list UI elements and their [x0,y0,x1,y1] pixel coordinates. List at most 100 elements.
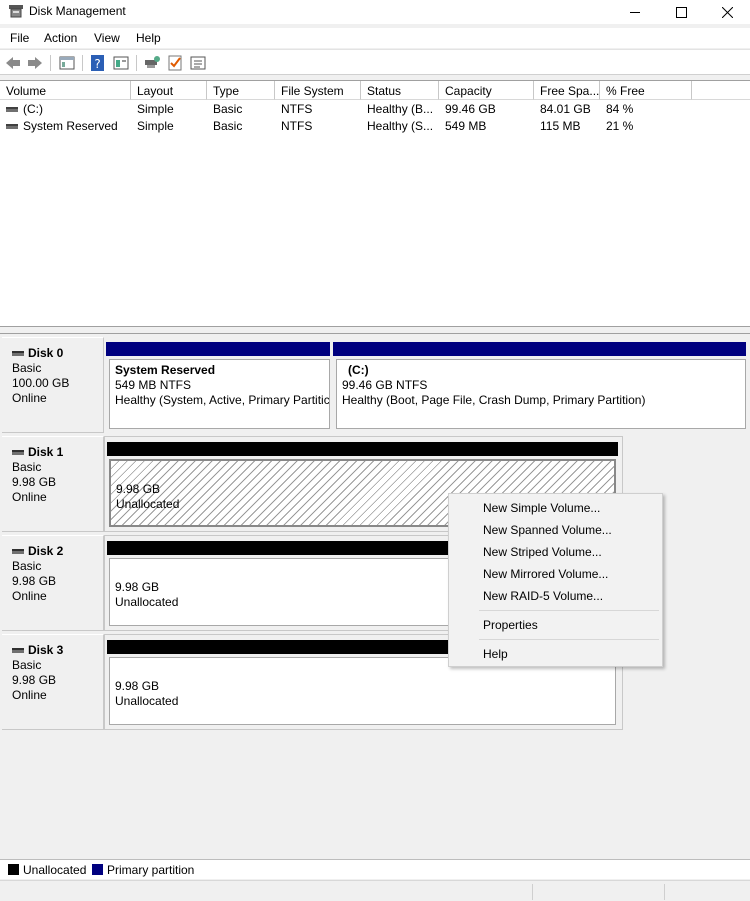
pane-splitter[interactable] [0,326,750,334]
checklist-icon[interactable] [166,54,184,72]
maximize-button[interactable] [658,0,704,24]
menu-separator [479,639,659,640]
free-space-cell: 84.01 GB [540,102,591,116]
partition-title: (C:) [348,363,369,377]
column-header-free-space[interactable]: Free Spa... [534,81,600,100]
help-icon[interactable]: ? [89,54,107,72]
partition-size: 549 MB NTFS [115,378,192,392]
unallocated-swatch [8,864,19,875]
connect-icon[interactable] [143,54,161,72]
context-menu: New Simple Volume... New Spanned Volume.… [448,493,663,667]
back-icon[interactable] [4,54,22,72]
column-header-type[interactable]: Type [207,81,275,100]
column-header-file-system[interactable]: File System [275,81,361,100]
menu-new-raid5-volume[interactable]: New RAID-5 Volume... [483,589,603,603]
disk-1-name: Disk 1 [12,445,103,460]
disk-type: Basic [12,460,42,474]
menu-new-simple-volume[interactable]: New Simple Volume... [483,501,600,515]
disk-1-label[interactable]: Disk 1 Basic 9.98 GB Online [2,436,104,532]
disk-size: 9.98 GB [12,475,57,489]
legend-unallocated: Unallocated [23,863,87,877]
toolbar-separator [82,55,83,71]
column-header-layout[interactable]: Layout [131,81,207,100]
partition-size: 99.46 GB NTFS [342,378,428,392]
partition-system-reserved[interactable]: System Reserved 549 MB NTFS Healthy (Sys… [109,359,330,429]
menu-new-spanned-volume[interactable]: New Spanned Volume... [483,523,612,537]
menu-properties[interactable]: Properties [483,618,538,632]
unallocated-bar [107,442,618,456]
column-header-status[interactable]: Status [361,81,439,100]
disk-icon [12,351,24,357]
disk-3-name: Disk 3 [12,643,103,658]
volume-icon [6,124,18,130]
disk-icon [12,549,24,555]
column-header-percent-free[interactable]: % Free [600,81,692,100]
maximize-icon [675,6,687,18]
disk-state: Online [12,391,47,405]
minimize-button[interactable] [612,0,658,24]
percent-free-cell: 84 % [606,102,634,116]
menu-new-striped-volume[interactable]: New Striped Volume... [483,545,602,559]
list-view-icon[interactable] [189,54,207,72]
menu-view[interactable]: View [94,31,120,45]
disk-size: 9.98 GB [12,673,57,687]
volume-name-cell: (C:) [6,102,43,116]
partition-c-drive[interactable]: (C:) 99.46 GB NTFS Healthy (Boot, Page F… [336,359,746,429]
layout-cell: Simple [137,119,174,133]
toolbar-separator [50,55,51,71]
close-button[interactable] [704,0,750,24]
unallocated-label: Unallocated [115,694,179,708]
layout-cell: Simple [137,102,174,116]
disk-3-label[interactable]: Disk 3 Basic 9.98 GB Online [2,634,104,730]
window-title: Disk Management [29,4,126,18]
disk-2-name: Disk 2 [12,544,103,559]
partition-status: Healthy (Boot, Page File, Crash Dump, Pr… [342,393,646,407]
disk-type: Basic [12,559,42,573]
forward-icon[interactable] [26,54,44,72]
partition-status: Healthy (System, Active, Primary Partiti… [115,393,330,407]
disk-0-name: Disk 0 [12,346,103,361]
status-cell: Healthy (S... [367,119,434,133]
column-header-filler [692,81,750,100]
file-system-cell: NTFS [281,102,313,116]
capacity-cell: 99.46 GB [445,102,496,116]
partition-bar [106,342,330,356]
column-header-volume[interactable]: Volume [0,81,131,100]
column-header-capacity[interactable]: Capacity [439,81,534,100]
disk-2-label[interactable]: Disk 2 Basic 9.98 GB Online [2,535,104,631]
menu-action[interactable]: Action [44,31,77,45]
table-row[interactable]: System Reserved Simple Basic NTFS Health… [0,118,750,135]
volume-name-cell: System Reserved [6,119,118,133]
title-bar: Disk Management [0,0,750,24]
disk-type: Basic [12,361,42,375]
status-cell: Healthy (B... [367,102,434,116]
partition-bar [333,342,746,356]
menu-help[interactable]: Help [136,31,161,45]
disk-size: 9.98 GB [12,574,57,588]
disk-0-label[interactable]: Disk 0 Basic 100.00 GB Online [2,337,104,433]
capacity-cell: 549 MB [445,119,487,133]
console-tree-icon[interactable] [58,54,76,72]
disk-state: Online [12,688,47,702]
disk-0-region: System Reserved 549 MB NTFS Healthy (Sys… [106,342,750,432]
percent-free-cell: 21 % [606,119,634,133]
close-icon [721,6,733,18]
toolbar: ? [0,49,750,75]
volume-icon [6,107,18,113]
menu-bar: File Action View Help [0,28,750,48]
table-row[interactable]: (C:) Simple Basic NTFS Healthy (B... 99.… [0,101,750,118]
legend-primary-partition: Primary partition [107,863,195,877]
properties-icon[interactable] [112,54,130,72]
menu-file[interactable]: File [10,31,29,45]
disk-management-icon [9,5,23,18]
disk-state: Online [12,490,47,504]
unallocated-space[interactable]: 9.98 GB Unallocated [109,657,616,725]
toolbar-separator [136,55,137,71]
menu-help-item[interactable]: Help [483,647,508,661]
disk-type: Basic [12,658,42,672]
unallocated-size: 9.98 GB [115,679,160,693]
menu-new-mirrored-volume[interactable]: New Mirrored Volume... [483,567,608,581]
menu-separator [479,610,659,611]
disk-size: 100.00 GB [12,376,70,390]
file-system-cell: NTFS [281,119,313,133]
